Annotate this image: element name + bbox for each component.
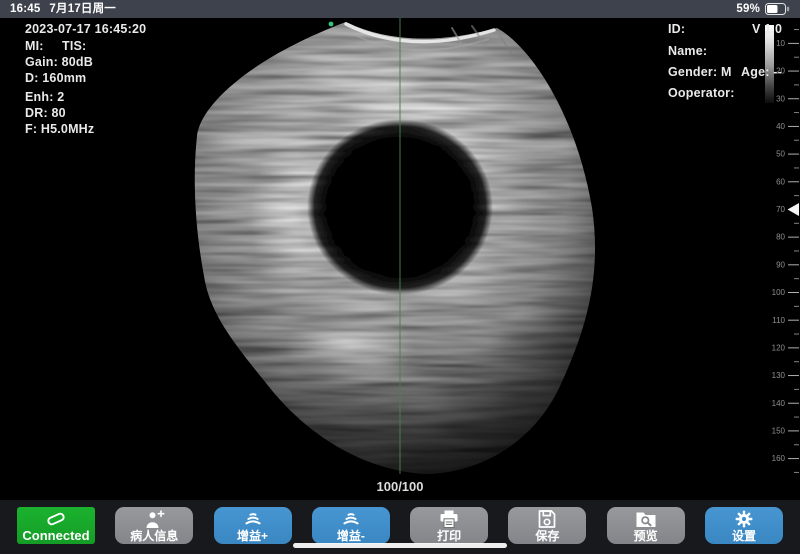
- toolbar-button-label: 设置: [732, 530, 756, 542]
- toolbar-button-1[interactable]: 病人信息: [115, 507, 193, 544]
- operator-label: Ooperator:: [668, 86, 735, 100]
- probe-icon: [41, 509, 71, 529]
- patient-id-label: ID:: [668, 22, 685, 36]
- toolbar-button-label: 增益+: [237, 530, 268, 542]
- toolbar-button-label: Connected: [22, 530, 89, 542]
- printer-icon: [436, 509, 462, 529]
- patient-name-label: Name:: [668, 44, 707, 58]
- depth-value: D: 160mm: [25, 71, 86, 85]
- battery-icon: [765, 3, 790, 15]
- preview-icon: [633, 509, 659, 529]
- toolbar-button-3[interactable]: 增益-: [312, 507, 390, 544]
- patient-age: Age: --: [741, 65, 782, 79]
- status-bar: 16:45 7月17日周一 59%: [0, 0, 800, 18]
- toolbar-button-connected[interactable]: Connected: [17, 507, 95, 544]
- settings-gear-icon: [731, 509, 757, 529]
- gain-value: Gain: 80dB: [25, 55, 93, 69]
- mi-label: MI:: [25, 39, 44, 53]
- toolbar-button-7[interactable]: 设置: [705, 507, 783, 544]
- patient-gender: Gender: M: [668, 65, 732, 79]
- status-time: 16:45: [10, 0, 40, 18]
- home-indicator[interactable]: [293, 543, 507, 548]
- orientation-marker-dot: [329, 22, 334, 27]
- gain-waves-icon: [338, 509, 364, 529]
- toolbar-button-label: 病人信息: [130, 530, 178, 542]
- frame-counter: 100/100: [350, 479, 450, 494]
- dynamic-range-value: DR: 80: [25, 106, 66, 120]
- toolbar-button-label: 保存: [535, 530, 559, 542]
- toolbar-button-4[interactable]: 打印: [410, 507, 488, 544]
- status-date: 7月17日周一: [49, 0, 116, 18]
- toolbar-button-2[interactable]: 增益+: [214, 507, 292, 544]
- tis-label: TIS:: [62, 39, 86, 53]
- toolbar-button-label: 打印: [437, 530, 461, 542]
- gain-waves-icon: [240, 509, 266, 529]
- battery-percent: 59%: [736, 0, 760, 18]
- toolbar-button-5[interactable]: 保存: [508, 507, 586, 544]
- toolbar-button-label: 增益-: [337, 530, 365, 542]
- datetime-text: 2023-07-17 16:45:20: [25, 22, 146, 36]
- frequency-value: F: H5.0MHz: [25, 122, 94, 136]
- ultrasound-image-area[interactable]: 2023-07-17 16:45:20 MI: TIS: Gain: 80dB …: [0, 18, 800, 500]
- patient-add-icon: [141, 509, 167, 529]
- enhance-value: Enh: 2: [25, 90, 64, 104]
- edge-vignette: [0, 18, 775, 500]
- toolbar-button-6[interactable]: 预览: [607, 507, 685, 544]
- version-label: V 1.0: [752, 22, 782, 36]
- toolbar-button-label: 预览: [634, 530, 658, 542]
- save-icon: [534, 509, 560, 529]
- ultrasound-app-screen: 16:45 7月17日周一 59%: [0, 0, 800, 554]
